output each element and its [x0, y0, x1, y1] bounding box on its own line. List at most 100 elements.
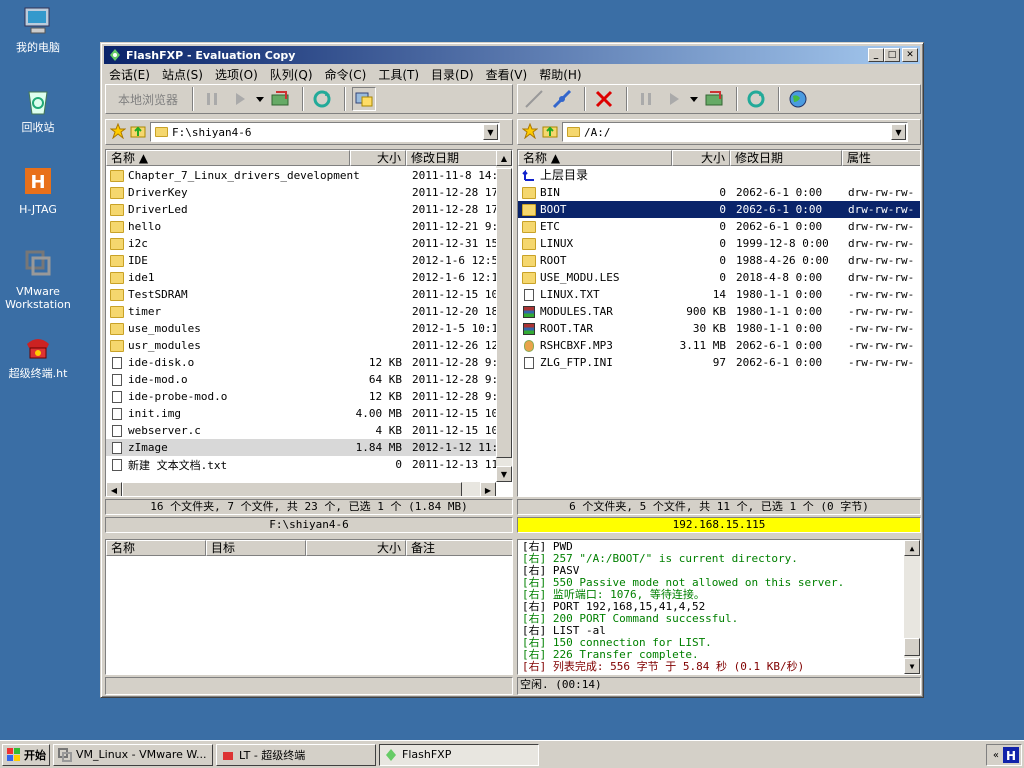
local-path-combo[interactable]: F:\shiyan4-6 ▼: [150, 122, 500, 142]
table-row[interactable]: ide-probe-mod.o 12 KB 2011-12-28 9:2: [106, 388, 496, 405]
desktop-icon-hjtag[interactable]: H H-JTAG: [0, 166, 76, 216]
table-row[interactable]: ide-disk.o 12 KB 2011-12-28 9:2: [106, 354, 496, 371]
connect-icon[interactable]: [522, 87, 546, 111]
local-vertical-scrollbar[interactable]: ▲ ▼: [496, 150, 512, 482]
favorite-star-icon[interactable]: [109, 122, 127, 142]
table-row[interactable]: TestSDRAM 2011-12-15 10:: [106, 286, 496, 303]
table-row[interactable]: RSHCBXF.MP3 3.11 MB 2062-6-1 0:00 -rw-rw-rw…: [518, 337, 920, 354]
dropdown-arrow-icon[interactable]: [256, 87, 265, 111]
refresh-icon[interactable]: [310, 87, 334, 111]
table-row[interactable]: ETC 0 2062-6-1 0:00 drw-rw-rw-: [518, 218, 920, 235]
table-row[interactable]: IDE 2012-1-6 12:53: [106, 252, 496, 269]
transfer-queue[interactable]: 名称 目标 大小 备注: [105, 539, 513, 675]
local-browser-button[interactable]: 本地浏览器: [110, 91, 186, 108]
desktop-icon-recycle-bin[interactable]: 回收站: [0, 84, 76, 134]
parent-directory-row[interactable]: 上层目录: [518, 166, 920, 183]
log-vertical-scrollbar[interactable]: ▲ ▼: [904, 540, 920, 674]
table-row[interactable]: BIN 0 2062-6-1 0:00 drw-rw-rw-: [518, 184, 920, 201]
table-row[interactable]: BOOT 0 2062-6-1 0:00 drw-rw-rw-: [518, 201, 920, 218]
table-row[interactable]: DriverLed 2011-12-28 17:: [106, 201, 496, 218]
title-bar[interactable]: FlashFXP - Evaluation Copy _ □ ✕: [104, 46, 920, 64]
menu-session[interactable]: 会话(E): [105, 66, 154, 83]
table-row[interactable]: usr_modules 2011-12-26 12:31: [106, 337, 496, 354]
local-file-list[interactable]: 名称 ▲ 大小 修改日期 Chapter_7_Linux_drivers_dev…: [105, 149, 513, 497]
taskbar-item-hyperterminal[interactable]: LT - 超级终端: [216, 743, 376, 766]
desktop-icon-vmware[interactable]: VMware Workstation: [0, 248, 76, 311]
favorite-star-icon[interactable]: [521, 122, 539, 142]
menu-queue[interactable]: 队列(Q): [266, 66, 317, 83]
scroll-down-button[interactable]: ▼: [904, 658, 920, 674]
queue-header-note[interactable]: 备注: [406, 540, 512, 556]
start-button[interactable]: 开始: [2, 743, 50, 766]
abort-icon[interactable]: [592, 87, 616, 111]
table-row[interactable]: Chapter_7_Linux_drivers_development 2011-…: [106, 167, 496, 184]
table-row[interactable]: LINUX 0 1999-12-8 0:00 drw-rw-rw-: [518, 235, 920, 252]
desktop-icon-my-computer[interactable]: 我的电脑: [0, 4, 76, 54]
table-row[interactable]: webserver.c 4 KB 2011-12-15 10:: [106, 422, 496, 439]
column-header-attr[interactable]: 属性: [842, 150, 920, 166]
scroll-left-button[interactable]: ◀: [106, 482, 122, 496]
pause-icon[interactable]: [634, 87, 658, 111]
table-row[interactable]: ROOT.TAR 30 KB 1980-1-1 0:00 -rw-rw-rw-: [518, 320, 920, 337]
remote-file-list[interactable]: 名称 ▲ 大小 修改日期 属性 上层目录 BIN 0 2062-6-1 0:00 dr…: [517, 149, 921, 497]
menu-sites[interactable]: 站点(S): [158, 66, 207, 83]
table-row[interactable]: use_modules 2012-1-5 10:12: [106, 320, 496, 337]
scroll-thumb[interactable]: [904, 638, 920, 656]
chevron-down-icon[interactable]: ▼: [483, 124, 498, 140]
queue-header-target[interactable]: 目标: [206, 540, 306, 556]
table-row[interactable]: ide-mod.o 64 KB 2011-12-28 9:2: [106, 371, 496, 388]
dropdown-arrow-icon[interactable]: [690, 87, 698, 111]
taskbar-item-flashfxp[interactable]: FlashFXP: [379, 743, 539, 766]
menu-commands[interactable]: 命令(C): [321, 66, 371, 83]
parent-folder-icon[interactable]: [130, 123, 146, 142]
table-row[interactable]: MODULES.TAR 900 KB 1980-1-1 0:00 -rw-rw-rw-: [518, 303, 920, 320]
local-horizontal-scrollbar[interactable]: ◀ ▶: [106, 482, 496, 496]
column-header-date[interactable]: 修改日期: [730, 150, 842, 166]
table-row[interactable]: DriverKey 2011-12-28 17:: [106, 184, 496, 201]
table-row[interactable]: hello 2011-12-21 9:2: [106, 218, 496, 235]
pause-icon[interactable]: [200, 87, 224, 111]
local-view-icon[interactable]: [352, 87, 377, 111]
column-header-name[interactable]: 名称 ▲: [106, 150, 350, 166]
session-log[interactable]: [右] PWD [右] 257 "/A:/BOOT/" is current di…: [517, 539, 921, 675]
table-row[interactable]: ROOT 0 1988-4-26 0:00 drw-rw-rw-: [518, 252, 920, 269]
globe-icon[interactable]: [786, 87, 810, 111]
queue-header-name[interactable]: 名称: [106, 540, 206, 556]
table-row[interactable]: ide1 2012-1-6 12:11: [106, 269, 496, 286]
table-row[interactable]: USE_MODU.LES 0 2018-4-8 0:00 drw-rw-rw-: [518, 269, 920, 286]
tray-expand-icon[interactable]: «: [993, 750, 999, 761]
transfer-icon[interactable]: [268, 87, 292, 111]
table-row[interactable]: i2c 2011-12-31 15:: [106, 235, 496, 252]
desktop-icon-hyperterminal[interactable]: 超级终端.ht: [0, 330, 76, 380]
table-row[interactable]: ZLG_FTP.INI 97 2062-6-1 0:00 -rw-rw-rw-: [518, 354, 920, 371]
maximize-button[interactable]: □: [884, 48, 900, 62]
scroll-up-button[interactable]: ▲: [496, 150, 512, 166]
menu-tools[interactable]: 工具(T): [374, 66, 423, 83]
menu-help[interactable]: 帮助(H): [535, 66, 585, 83]
play-icon[interactable]: [662, 87, 686, 111]
scroll-thumb[interactable]: [122, 482, 462, 496]
minimize-button[interactable]: _: [868, 48, 884, 62]
column-header-name[interactable]: 名称 ▲: [518, 150, 672, 166]
table-row[interactable]: timer 2011-12-20 18:: [106, 303, 496, 320]
column-header-size[interactable]: 大小: [672, 150, 730, 166]
chevron-down-icon[interactable]: ▼: [891, 124, 906, 140]
menu-directory[interactable]: 目录(D): [427, 66, 478, 83]
play-icon[interactable]: [228, 87, 252, 111]
taskbar-item-vmware[interactable]: VM_Linux - VMware W...: [53, 743, 213, 766]
table-row[interactable]: 新建 文本文档.txt 0 2011-12-13 11:: [106, 456, 496, 473]
queue-header-size[interactable]: 大小: [306, 540, 406, 556]
table-row[interactable]: LINUX.TXT 14 1980-1-1 0:00 -rw-rw-rw-: [518, 286, 920, 303]
parent-folder-icon[interactable]: [542, 123, 558, 142]
column-header-date[interactable]: 修改日期: [406, 150, 498, 166]
column-header-size[interactable]: 大小: [350, 150, 406, 166]
scroll-down-button[interactable]: ▼: [496, 466, 512, 482]
table-row[interactable]: zImage 1.84 MB 2012-1-12 11:2: [106, 439, 496, 456]
table-row[interactable]: init.img 4.00 MB 2011-12-15 10:: [106, 405, 496, 422]
scroll-right-button[interactable]: ▶: [480, 482, 496, 496]
transfer-icon[interactable]: [702, 87, 726, 111]
scroll-up-button[interactable]: ▲: [904, 540, 920, 556]
refresh-icon[interactable]: [744, 87, 768, 111]
scroll-thumb[interactable]: [496, 168, 512, 458]
remote-path-combo[interactable]: /A:/ ▼: [562, 122, 908, 142]
